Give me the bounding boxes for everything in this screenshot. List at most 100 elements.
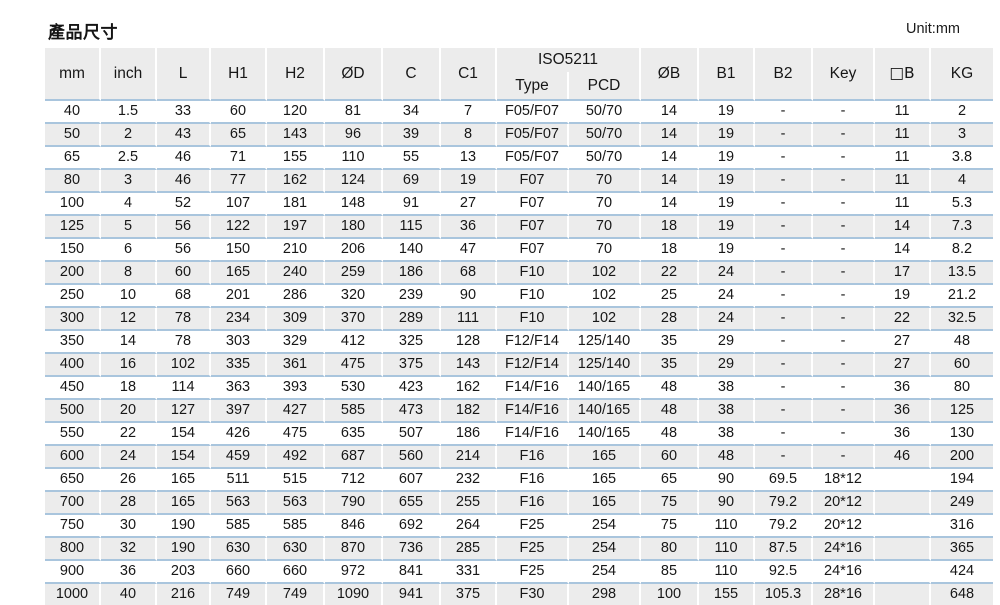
cell-key: - — [813, 124, 875, 147]
cell-inch: 8 — [101, 262, 157, 285]
cell-c: 55 — [383, 147, 441, 170]
cell-c1: 111 — [441, 308, 497, 331]
cell-h1: 303 — [211, 331, 267, 354]
cell-sqb: 46 — [875, 446, 931, 469]
cell-key: - — [813, 193, 875, 216]
column-header-iso-pcd: PCD — [569, 72, 639, 99]
cell-c1: 7 — [441, 101, 497, 124]
cell-od: 687 — [325, 446, 383, 469]
column-header-inch: inch — [101, 48, 157, 101]
cell-iso_type: F16 — [497, 446, 569, 469]
cell-l: 33 — [157, 101, 211, 124]
cell-l: 154 — [157, 446, 211, 469]
cell-h2: 240 — [267, 262, 325, 285]
cell-b1: 38 — [699, 377, 755, 400]
cell-l: 43 — [157, 124, 211, 147]
cell-inch: 2.5 — [101, 147, 157, 170]
cell-iso_pcd: 165 — [569, 446, 641, 469]
cell-iso_type: F07 — [497, 170, 569, 193]
cell-key: - — [813, 308, 875, 331]
table-row: 80 3 46 77 162 124 69 19 F07 70 14 19- -11 4 — [45, 170, 993, 193]
cell-h1: 585 — [211, 515, 267, 538]
cell-b2: - — [755, 400, 813, 423]
page-title: 產品尺寸 — [48, 23, 118, 42]
column-header-sqb: □B — [875, 48, 931, 101]
cell-h1: 397 — [211, 400, 267, 423]
cell-h2: 749 — [267, 584, 325, 605]
cell-mm: 650 — [45, 469, 101, 492]
cell-od: 110 — [325, 147, 383, 170]
cell-sqb: 11 — [875, 147, 931, 170]
cell-c: 841 — [383, 561, 441, 584]
cell-b1: 24 — [699, 308, 755, 331]
cell-h1: 201 — [211, 285, 267, 308]
cell-h2: 427 — [267, 400, 325, 423]
cell-iso_pcd: 140/165 — [569, 377, 641, 400]
cell-ob: 48 — [641, 400, 699, 423]
cell-h2: 143 — [267, 124, 325, 147]
cell-inch: 40 — [101, 584, 157, 605]
cell-sqb: 36 — [875, 400, 931, 423]
cell-od: 180 — [325, 216, 383, 239]
cell-h2: 162 — [267, 170, 325, 193]
cell-sqb: 27 — [875, 331, 931, 354]
cell-mm: 300 — [45, 308, 101, 331]
cell-l: 114 — [157, 377, 211, 400]
cell-kg: 3.8 — [931, 147, 993, 170]
cell-h1: 563 — [211, 492, 267, 515]
cell-kg: 648 — [931, 584, 993, 605]
cell-od: 206 — [325, 239, 383, 262]
cell-h2: 563 — [267, 492, 325, 515]
cell-key: 18*12 — [813, 469, 875, 492]
cell-mm: 600 — [45, 446, 101, 469]
cell-key: 24*16 — [813, 561, 875, 584]
cell-sqb — [875, 538, 931, 561]
cell-h2: 492 — [267, 446, 325, 469]
cell-inch: 28 — [101, 492, 157, 515]
cell-kg: 13.5 — [931, 262, 993, 285]
cell-b2: - — [755, 446, 813, 469]
cell-h2: 286 — [267, 285, 325, 308]
cell-b1: 19 — [699, 216, 755, 239]
cell-kg: 130 — [931, 423, 993, 446]
cell-iso_pcd: 70 — [569, 193, 641, 216]
table-row: 300 12 78 234 309 370 289 111 F10 102 28 24- -22 32.5 — [45, 308, 993, 331]
cell-b2: - — [755, 423, 813, 446]
cell-mm: 40 — [45, 101, 101, 124]
cell-b2: - — [755, 101, 813, 124]
cell-kg: 60 — [931, 354, 993, 377]
cell-l: 190 — [157, 515, 211, 538]
cell-ob: 14 — [641, 193, 699, 216]
cell-c: 507 — [383, 423, 441, 446]
cell-b2: 105.3 — [755, 584, 813, 605]
cell-mm: 65 — [45, 147, 101, 170]
cell-l: 203 — [157, 561, 211, 584]
cell-sqb — [875, 469, 931, 492]
cell-l: 60 — [157, 262, 211, 285]
cell-iso_type: F10 — [497, 285, 569, 308]
cell-iso_pcd: 50/70 — [569, 124, 641, 147]
cell-od: 790 — [325, 492, 383, 515]
cell-inch: 22 — [101, 423, 157, 446]
table-row: 600 24 154 459 492 687 560 214 F16 165 60 48- -46 200 — [45, 446, 993, 469]
table-row: 125 5 56 122 197 180 115 36 F07 70 18 19- -14 7.3 — [45, 216, 993, 239]
column-header-od: ØD — [325, 48, 383, 101]
cell-kg: 7.3 — [931, 216, 993, 239]
cell-h1: 630 — [211, 538, 267, 561]
cell-kg: 194 — [931, 469, 993, 492]
cell-od: 124 — [325, 170, 383, 193]
cell-iso_type: F14/F16 — [497, 400, 569, 423]
cell-key: - — [813, 423, 875, 446]
cell-h1: 107 — [211, 193, 267, 216]
cell-ob: 35 — [641, 331, 699, 354]
cell-c1: 162 — [441, 377, 497, 400]
cell-c: 607 — [383, 469, 441, 492]
table-row: 250 10 68 201 286 320 239 90 F10 102 25 24- -19 21.2 — [45, 285, 993, 308]
cell-b2: - — [755, 308, 813, 331]
cell-h2: 515 — [267, 469, 325, 492]
cell-h2: 585 — [267, 515, 325, 538]
cell-b2: - — [755, 354, 813, 377]
cell-iso_pcd: 50/70 — [569, 101, 641, 124]
cell-od: 475 — [325, 354, 383, 377]
cell-b1: 24 — [699, 262, 755, 285]
